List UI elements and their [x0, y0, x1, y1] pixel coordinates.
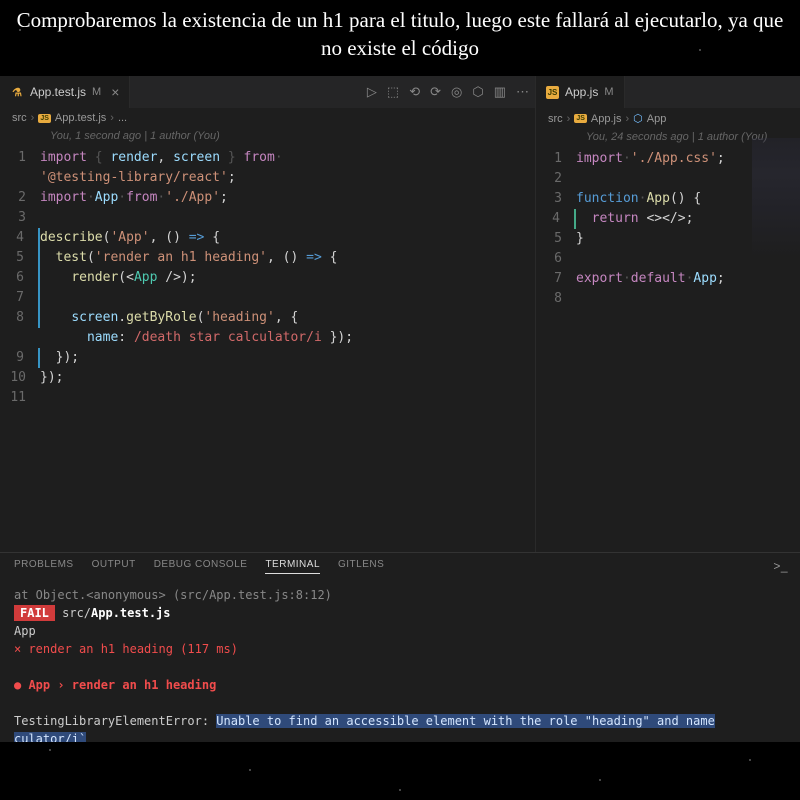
close-icon[interactable]: × — [111, 84, 119, 100]
tab-modified-indicator: M — [604, 86, 613, 98]
function-icon: ⬡ — [633, 112, 643, 125]
line-number: 2 — [536, 169, 576, 189]
editor-toolbar: ▷ ⬚ ⟲ ⟳ ◎ ⬡ ▥ ⋯ — [367, 84, 529, 100]
editor-pane-right: JS App.js M src › JS App.js › ⬡ App You,… — [536, 76, 800, 552]
tab-terminal[interactable]: TERMINAL — [265, 559, 320, 574]
tab-gitlens[interactable]: GITLENS — [338, 559, 384, 574]
line-number: 10 — [0, 368, 40, 388]
tab-bar-right: JS App.js M — [536, 76, 800, 108]
tab-modified-indicator: M — [92, 86, 101, 98]
breadcrumb-seg[interactable]: App.test.js — [55, 112, 106, 124]
line-number: 2 — [0, 188, 40, 208]
test-flask-icon: ⚗ — [10, 85, 24, 99]
chevron-right-icon: › — [625, 113, 629, 125]
code-editor-left[interactable]: 1import { render, screen } from· '@testi… — [0, 146, 535, 552]
line-number: 4 — [0, 228, 40, 248]
js-file-icon: JS — [546, 86, 559, 99]
js-file-icon: JS — [574, 114, 587, 123]
line-number: 5 — [0, 248, 40, 268]
run-icon[interactable]: ▷ — [367, 84, 377, 100]
hex-icon[interactable]: ⬡ — [472, 84, 483, 100]
line-number: 1 — [536, 149, 576, 169]
line-number: 9 — [0, 348, 40, 368]
line-number: 5 — [536, 229, 576, 249]
stop-icon[interactable]: ⬚ — [387, 84, 399, 100]
tab-output[interactable]: OUTPUT — [92, 559, 136, 574]
chevron-right-icon: › — [31, 112, 35, 124]
tab-label: App.js — [565, 85, 598, 99]
terminal-output[interactable]: at Object.<anonymous> (src/App.test.js:8… — [0, 580, 800, 742]
breadcrumb-seg[interactable]: src — [548, 113, 563, 125]
line-number: 1 — [0, 148, 40, 168]
terminal-new-icon[interactable]: >_ — [773, 559, 788, 573]
more-icon[interactable]: ⋯ — [516, 84, 529, 100]
tab-debug-console[interactable]: DEBUG CONSOLE — [154, 559, 248, 574]
line-number: 3 — [0, 208, 40, 228]
line-number: 6 — [536, 249, 576, 269]
line-number: 8 — [0, 308, 40, 328]
line-number: 11 — [0, 388, 40, 408]
slide-title: Comprobaremos la existencia de un h1 par… — [0, 6, 800, 63]
tab-app-js[interactable]: JS App.js M — [536, 76, 625, 108]
line-number: 7 — [536, 269, 576, 289]
js-file-icon: JS — [38, 114, 51, 123]
code-editor-right[interactable]: 1import·'./App.css'; 2 3function·App() {… — [536, 147, 800, 552]
refresh-icon[interactable]: ⟳ — [430, 84, 441, 100]
editor-pane-left: ⚗ App.test.js M × ▷ ⬚ ⟲ ⟳ ◎ ⬡ ▥ ⋯ src — [0, 76, 536, 552]
chevron-right-icon: › — [567, 113, 571, 125]
line-number: 7 — [0, 288, 40, 308]
sync-icon[interactable]: ⟲ — [409, 84, 420, 100]
breadcrumb-seg[interactable]: App.js — [591, 113, 622, 125]
gitlens-annotation: You, 1 second ago | 1 author (You) — [0, 128, 535, 146]
line-number: 4 — [536, 209, 576, 229]
split-icon[interactable]: ▥ — [494, 84, 506, 100]
line-number: 6 — [0, 268, 40, 288]
breadcrumb-left[interactable]: src › JS App.test.js › ... — [0, 108, 535, 128]
chevron-right-icon: › — [110, 112, 114, 124]
line-number: 3 — [536, 189, 576, 209]
breadcrumb-seg[interactable]: App — [647, 113, 667, 125]
breadcrumb-right[interactable]: src › JS App.js › ⬡ App — [536, 108, 800, 129]
fail-badge: FAIL — [14, 605, 55, 621]
tab-label: App.test.js — [30, 85, 86, 99]
bottom-panel: PROBLEMS OUTPUT DEBUG CONSOLE TERMINAL G… — [0, 552, 800, 742]
breadcrumb-seg[interactable]: ... — [118, 112, 127, 124]
tab-problems[interactable]: PROBLEMS — [14, 559, 74, 574]
line-number: 8 — [536, 289, 576, 309]
ide-window: ⚗ App.test.js M × ▷ ⬚ ⟲ ⟳ ◎ ⬡ ▥ ⋯ src — [0, 76, 800, 742]
panel-tabs: PROBLEMS OUTPUT DEBUG CONSOLE TERMINAL G… — [0, 553, 800, 580]
tab-app-test[interactable]: ⚗ App.test.js M × — [0, 76, 130, 108]
target-icon[interactable]: ◎ — [451, 84, 462, 100]
breadcrumb-seg[interactable]: src — [12, 112, 27, 124]
tab-bar-left: ⚗ App.test.js M × ▷ ⬚ ⟲ ⟳ ◎ ⬡ ▥ ⋯ — [0, 76, 535, 108]
